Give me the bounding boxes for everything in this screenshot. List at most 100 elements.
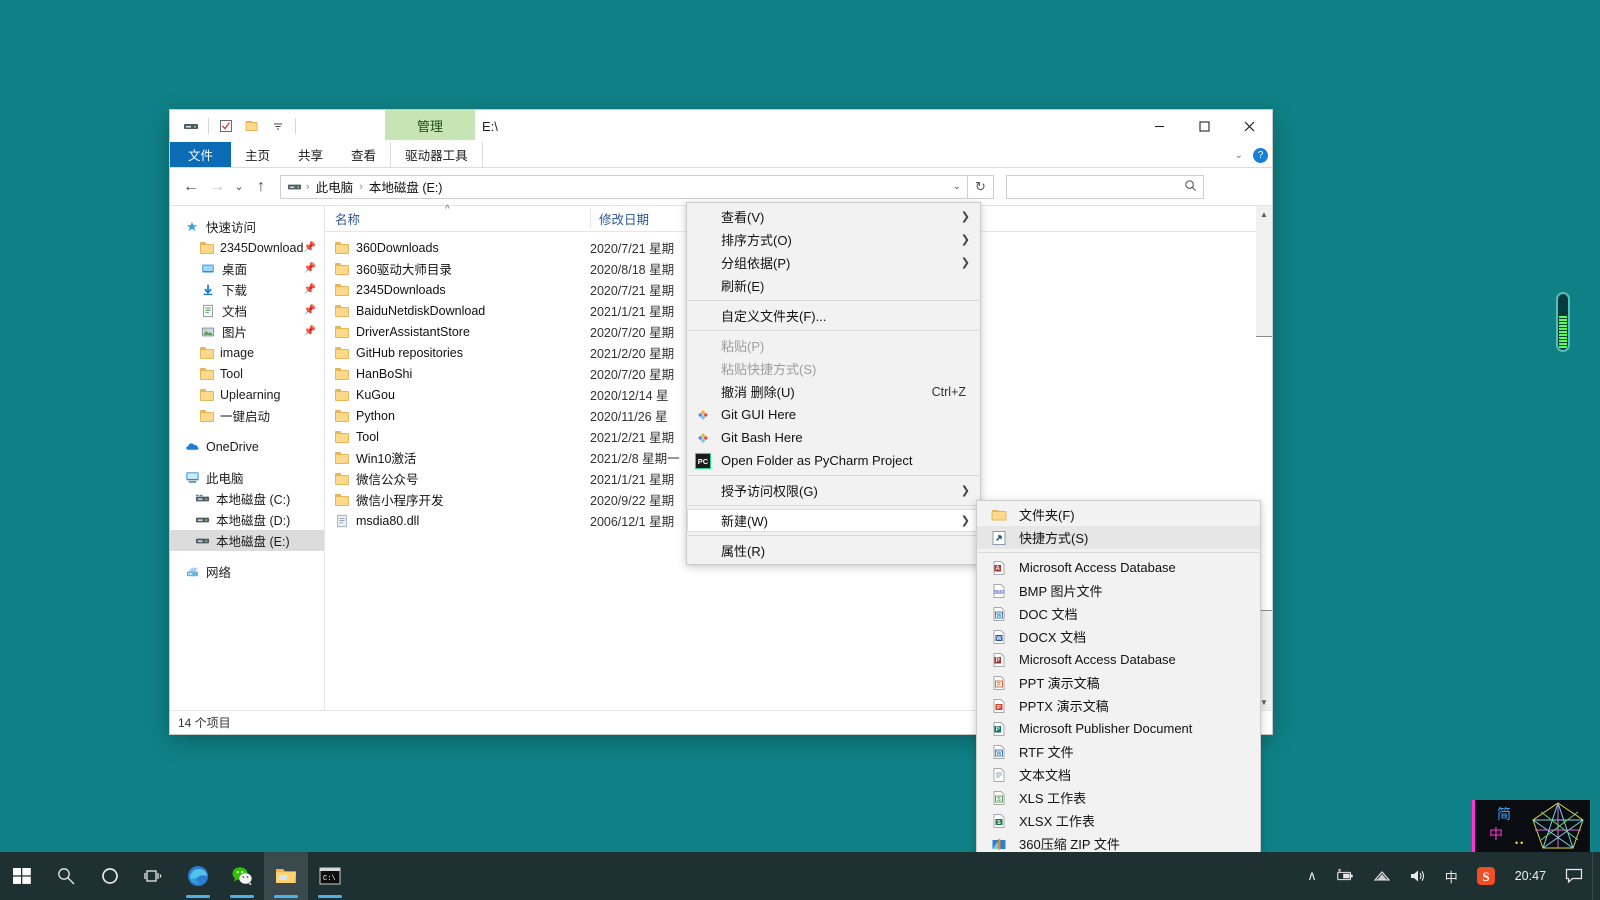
column-header-name[interactable]: 名称 ^ bbox=[335, 204, 590, 228]
sogou-ime-icon[interactable]: S bbox=[1467, 852, 1505, 900]
submenu-item-doc-document[interactable]: W DOC 文档 bbox=[977, 602, 1260, 625]
forward-button[interactable]: → bbox=[204, 174, 230, 200]
submenu-item-text-document[interactable]: 文本文档 bbox=[977, 763, 1260, 786]
breadcrumb-separator-1[interactable]: › bbox=[303, 181, 313, 193]
sidebar-item-local-disk-d[interactable]: 本地磁盘 (D:) bbox=[170, 509, 324, 530]
menu-item-git-bash-here[interactable]: Git Bash Here bbox=[687, 426, 980, 449]
collapse-ribbon-chevron-icon[interactable]: ⌄ bbox=[1235, 150, 1243, 161]
breadcrumb-separator-2[interactable]: › bbox=[356, 181, 366, 193]
clock[interactable]: 20:47 bbox=[1505, 870, 1556, 883]
submenu-item-docx-document[interactable]: W DOCX 文档 bbox=[977, 625, 1260, 648]
submenu-item-xlsx-worksheet[interactable]: S XLSX 工作表 bbox=[977, 809, 1260, 832]
breadcrumb-this-pc[interactable]: 此电脑 bbox=[313, 177, 357, 196]
pin-icon[interactable]: 📌 bbox=[304, 326, 316, 337]
new-folder-icon[interactable] bbox=[239, 113, 265, 139]
file-explorer-button[interactable] bbox=[264, 852, 308, 900]
sidebar-item-desktop[interactable]: 桌面 📌 bbox=[170, 258, 324, 279]
ime-mode-indicator[interactable]: 中 bbox=[1436, 852, 1467, 900]
wechat-button[interactable] bbox=[220, 852, 264, 900]
terminal-button[interactable]: C:\ bbox=[308, 852, 352, 900]
pin-icon[interactable]: 📌 bbox=[304, 284, 316, 295]
menu-item-sort-by[interactable]: 排序方式(O) ❯ bbox=[687, 228, 980, 251]
sidebar-item-downloads[interactable]: 下载 📌 bbox=[170, 279, 324, 300]
pin-icon[interactable]: 📌 bbox=[304, 263, 316, 274]
contextual-tab-manage[interactable]: 管理 bbox=[385, 110, 475, 140]
submenu-item-folder[interactable]: 文件夹(F) bbox=[977, 503, 1260, 526]
submenu-item-label: DOCX 文档 bbox=[1019, 630, 1087, 645]
scroll-up-arrow-icon[interactable]: ▲ bbox=[1256, 206, 1272, 222]
refresh-button[interactable]: ↻ bbox=[968, 174, 994, 199]
breadcrumb-local-disk-e[interactable]: 本地磁盘 (E:) bbox=[366, 177, 446, 196]
sort-ascending-caret-icon: ^ bbox=[445, 204, 450, 215]
menu-item-open-folder-as-pycharm-project[interactable]: PC Open Folder as PyCharm Project bbox=[687, 449, 980, 472]
menu-item-customize-folder[interactable]: 自定义文件夹(F)... bbox=[687, 304, 980, 327]
ime-jian-label: 简 bbox=[1497, 806, 1511, 822]
submenu-item-ppt-presentation[interactable]: P PPT 演示文稿 bbox=[977, 671, 1260, 694]
maximize-button[interactable] bbox=[1182, 110, 1227, 142]
sidebar-item-documents[interactable]: 文档 📌 bbox=[170, 300, 324, 321]
volume-icon[interactable] bbox=[1400, 852, 1436, 900]
close-button[interactable] bbox=[1227, 110, 1272, 142]
task-view-button[interactable] bbox=[132, 852, 176, 900]
submenu-item-shortcut[interactable]: 快捷方式(S) bbox=[977, 526, 1260, 549]
submenu-item-microsoft-access-database-2[interactable]: P Microsoft Access Database bbox=[977, 648, 1260, 671]
pin-icon[interactable]: 📌 bbox=[304, 305, 316, 316]
drive-icon[interactable] bbox=[178, 113, 204, 139]
tab-home[interactable]: 主页 bbox=[231, 142, 284, 167]
show-desktop-button[interactable] bbox=[1592, 852, 1600, 900]
pin-icon[interactable]: 📌 bbox=[304, 242, 316, 253]
menu-item-refresh[interactable]: 刷新(E) bbox=[687, 274, 980, 297]
submenu-item-rtf-file[interactable]: W RTF 文件 bbox=[977, 740, 1260, 763]
sidebar-group-quick-access[interactable]: 快速访问 bbox=[170, 216, 324, 237]
menu-item-group-by[interactable]: 分组依据(P) ❯ bbox=[687, 251, 980, 274]
search-input[interactable] bbox=[1006, 174, 1204, 199]
sidebar-item-2345download[interactable]: 2345Download 📌 bbox=[170, 237, 324, 258]
tab-file[interactable]: 文件 bbox=[170, 142, 232, 167]
sidebar-item-local-disk-e[interactable]: 本地磁盘 (E:) bbox=[170, 530, 324, 551]
sidebar-item-pictures[interactable]: 图片 📌 bbox=[170, 321, 324, 342]
tab-view[interactable]: 查看 bbox=[337, 142, 390, 167]
sidebar-item-tool[interactable]: Tool bbox=[170, 363, 324, 384]
menu-item-grant-access[interactable]: 授予访问权限(G) ❯ bbox=[687, 479, 980, 502]
sidebar-item-uplearning[interactable]: Uplearning bbox=[170, 384, 324, 405]
sidebar-item-image[interactable]: image bbox=[170, 342, 324, 363]
sidebar-item-network[interactable]: 网络 bbox=[170, 561, 324, 582]
notification-icon[interactable] bbox=[1556, 852, 1592, 900]
help-icon[interactable]: ? bbox=[1253, 147, 1268, 163]
tray-overflow-button[interactable]: ∧ bbox=[1298, 852, 1326, 900]
customize-qat-chevron-icon[interactable] bbox=[265, 113, 291, 139]
sidebar-item-label: Tool bbox=[220, 366, 243, 381]
menu-item-git-gui-here[interactable]: Git GUI Here bbox=[687, 403, 980, 426]
sidebar-item-this-pc[interactable]: 此电脑 bbox=[170, 467, 324, 488]
start-button[interactable] bbox=[0, 852, 44, 900]
menu-item-new[interactable]: 新建(W) ❯ bbox=[687, 509, 980, 532]
up-button[interactable]: ↑ bbox=[248, 174, 274, 200]
menu-item-view[interactable]: 查看(V) ❯ bbox=[687, 205, 980, 228]
recent-locations-chevron-icon[interactable]: ⌄ bbox=[230, 174, 248, 200]
back-button[interactable]: ← bbox=[178, 174, 204, 200]
file-name: HanBoShi bbox=[356, 366, 413, 381]
submenu-item-pptx-presentation[interactable]: P PPTX 演示文稿 bbox=[977, 694, 1260, 717]
wifi-icon[interactable] bbox=[1364, 852, 1400, 900]
menu-item-undo-delete[interactable]: 撤消 删除(U) Ctrl+Z bbox=[687, 380, 980, 403]
properties-icon[interactable] bbox=[213, 113, 239, 139]
battery-icon[interactable] bbox=[1326, 852, 1364, 900]
submenu-item-bmp-image-file[interactable]: BMP BMP 图片文件 bbox=[977, 579, 1260, 602]
tab-share[interactable]: 共享 bbox=[284, 142, 337, 167]
address-dropdown-chevron-icon[interactable]: ⌄ bbox=[953, 181, 961, 192]
search-button[interactable] bbox=[44, 852, 88, 900]
tab-drive-tools[interactable]: 驱动器工具 bbox=[390, 142, 483, 167]
search-icon[interactable] bbox=[1184, 179, 1197, 195]
sidebar-item-local-disk-c[interactable]: 本地磁盘 (C:) bbox=[170, 488, 324, 509]
minimize-button[interactable] bbox=[1137, 110, 1182, 142]
address-input[interactable]: › 此电脑 › 本地磁盘 (E:) ⌄ bbox=[280, 174, 968, 199]
sidebar-item-one-key-start[interactable]: 一键启动 bbox=[170, 405, 324, 426]
sidebar-item-onedrive[interactable]: OneDrive bbox=[170, 436, 324, 457]
submenu-item-xls-worksheet[interactable]: S XLS 工作表 bbox=[977, 786, 1260, 809]
menu-item-properties[interactable]: 属性(R) bbox=[687, 539, 980, 562]
submenu-item-microsoft-access-database-1[interactable]: A Microsoft Access Database bbox=[977, 556, 1260, 579]
edge-button[interactable] bbox=[176, 852, 220, 900]
cortana-button[interactable] bbox=[88, 852, 132, 900]
submenu-item-microsoft-publisher-document[interactable]: P Microsoft Publisher Document bbox=[977, 717, 1260, 740]
drive-icon bbox=[194, 533, 210, 549]
